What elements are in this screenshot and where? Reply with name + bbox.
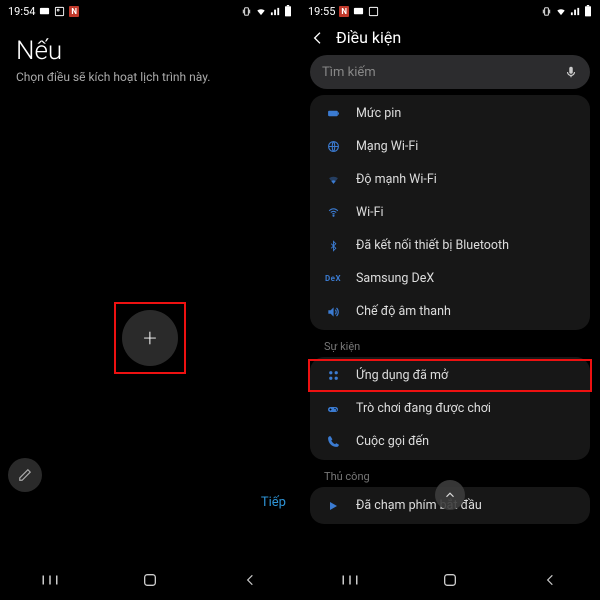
main-content: Nếu Chọn điều sẽ kích hoạt lịch trình nà… <box>0 22 300 560</box>
battery-icon <box>284 5 292 17</box>
nav-home-button[interactable] <box>430 565 470 595</box>
play-icon <box>324 500 342 512</box>
page-title: Nếu <box>16 36 284 66</box>
game-icon <box>324 403 342 415</box>
list-item-sound[interactable]: Chế độ âm thanh <box>310 295 590 328</box>
item-label: Wi-Fi <box>356 205 384 220</box>
list-item-wifi-network[interactable]: Mạng Wi-Fi <box>310 130 590 163</box>
list-item-wifi-strength[interactable]: Độ mạnh Wi-Fi <box>310 163 590 196</box>
chevron-left-icon <box>310 30 326 46</box>
item-label: Ứng dụng đã mở <box>356 368 448 383</box>
wifi-icon <box>255 6 267 17</box>
item-label: Đã kết nối thiết bị Bluetooth <box>356 238 509 253</box>
notification-badge-icon: N <box>339 6 349 17</box>
list-item-dex[interactable]: DeX Samsung DeX <box>310 262 590 295</box>
status-time: 19:54 <box>8 5 35 18</box>
apps-icon <box>324 369 342 382</box>
status-bar: 19:54 N <box>0 0 300 22</box>
add-condition-button[interactable]: + <box>122 310 178 366</box>
list-item-game[interactable]: Trò chơi đang được chơi <box>310 392 590 425</box>
vibrate-icon <box>541 6 552 17</box>
item-label: Mức pin <box>356 106 401 121</box>
chevron-up-icon <box>443 488 457 502</box>
status-bar: 19:55 N <box>300 0 600 22</box>
screen-right: 19:55 N Điều kiện Tìm kiếm Mức pin Mạ <box>300 0 600 600</box>
screen-left: 19:54 N Nếu Chọn điều sẽ kích hoạt lịch … <box>0 0 300 600</box>
pencil-icon <box>18 468 32 482</box>
item-label: Cuộc gọi đến <box>356 434 429 449</box>
dex-icon: DeX <box>324 274 342 283</box>
list-item-app-opened[interactable]: Ứng dụng đã mở <box>310 359 590 392</box>
call-icon <box>324 435 342 448</box>
image-icon <box>368 6 379 17</box>
wifi-icon <box>324 206 342 219</box>
list-item-battery[interactable]: Mức pin <box>310 97 590 130</box>
notification-badge-icon: N <box>69 6 79 17</box>
mic-icon[interactable] <box>564 65 578 79</box>
section-label-event: Sự kiện <box>310 336 590 357</box>
battery-icon <box>324 107 342 120</box>
nav-home-button[interactable] <box>130 565 170 595</box>
list-item-bluetooth[interactable]: Đã kết nối thiết bị Bluetooth <box>310 229 590 262</box>
message-icon <box>39 6 50 17</box>
battery-icon <box>584 5 592 17</box>
status-time: 19:55 <box>308 5 335 18</box>
search-input[interactable]: Tìm kiếm <box>310 55 590 89</box>
list-item-wifi[interactable]: Wi-Fi <box>310 196 590 229</box>
edit-button[interactable] <box>8 458 42 492</box>
image-icon <box>54 6 65 17</box>
plus-icon: + <box>143 324 157 352</box>
vibrate-icon <box>241 6 252 17</box>
nav-bar <box>0 560 300 600</box>
signal-icon <box>270 6 281 17</box>
item-label: Độ mạnh Wi-Fi <box>356 172 437 187</box>
status-group: Mức pin Mạng Wi-Fi Độ mạnh Wi-Fi Wi-Fi Đ… <box>310 95 590 330</box>
message-icon <box>353 6 364 17</box>
wifi-net-icon <box>324 140 342 153</box>
back-button[interactable] <box>310 30 326 46</box>
highlight-box <box>308 359 592 392</box>
next-button[interactable]: Tiếp <box>261 495 286 510</box>
header-title: Điều kiện <box>336 28 401 47</box>
nav-back-button[interactable] <box>530 565 570 595</box>
bluetooth-icon <box>324 239 342 253</box>
page-subtitle: Chọn điều sẽ kích hoạt lịch trình này. <box>16 70 284 84</box>
nav-recent-button[interactable] <box>330 565 370 595</box>
item-label: Chế độ âm thanh <box>356 304 451 319</box>
signal-icon <box>570 6 581 17</box>
sound-icon <box>324 305 342 319</box>
wifi-strength-icon <box>324 173 342 186</box>
conditions-list: Mức pin Mạng Wi-Fi Độ mạnh Wi-Fi Wi-Fi Đ… <box>300 95 600 560</box>
header: Điều kiện <box>300 22 600 55</box>
item-label: Mạng Wi-Fi <box>356 139 418 154</box>
wifi-icon <box>555 6 567 17</box>
nav-recent-button[interactable] <box>30 565 70 595</box>
item-label: Trò chơi đang được chơi <box>356 401 491 416</box>
item-label: Samsung DeX <box>356 271 434 286</box>
search-placeholder: Tìm kiếm <box>322 65 376 80</box>
event-group: Ứng dụng đã mở Trò chơi đang được chơi C… <box>310 357 590 460</box>
nav-back-button[interactable] <box>230 565 270 595</box>
scroll-top-button[interactable] <box>435 480 465 510</box>
list-item-call[interactable]: Cuộc gọi đến <box>310 425 590 458</box>
nav-bar <box>300 560 600 600</box>
